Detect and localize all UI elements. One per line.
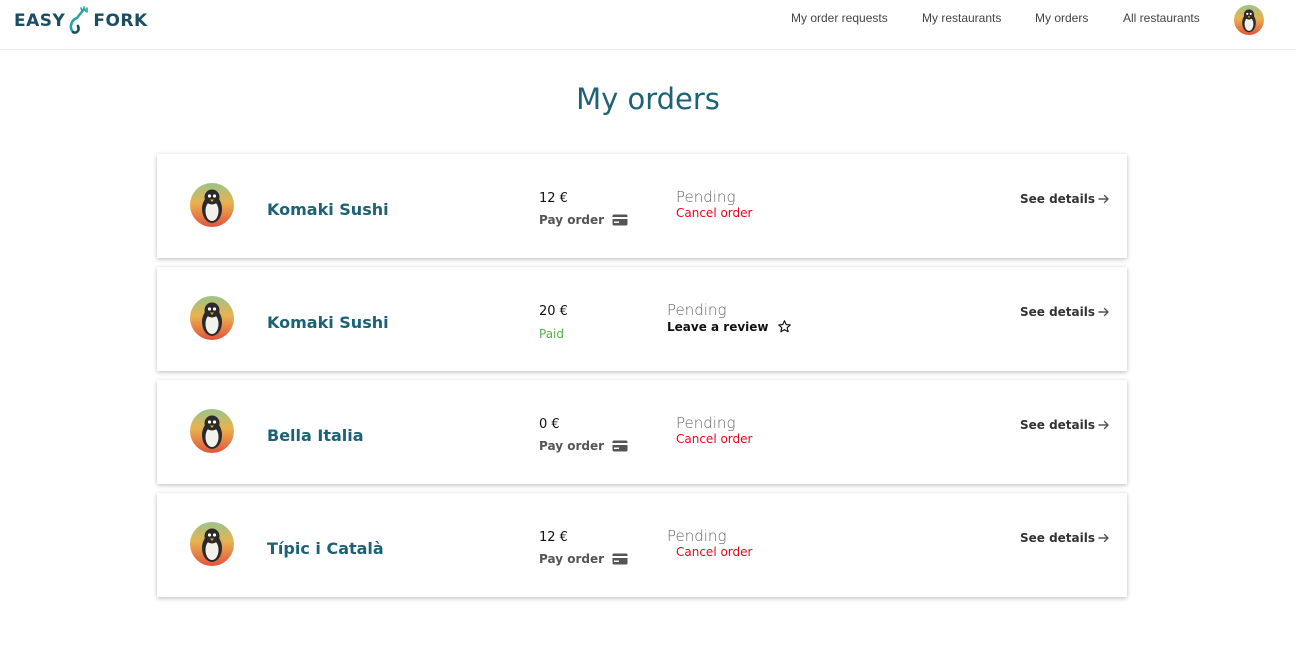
order-status: Pending	[667, 527, 727, 545]
top-navbar: EASY FORK My order requests My restauran…	[0, 0, 1296, 50]
restaurant-name: Bella Italia	[267, 426, 364, 445]
see-details-label: See details	[1019, 418, 1095, 432]
restaurant-name: Típic i Català	[267, 539, 384, 558]
nav-my-orders[interactable]: My orders	[1035, 11, 1088, 25]
pay-order-button[interactable]: Pay order	[539, 552, 628, 566]
restaurant-avatar	[190, 522, 234, 566]
nav-all-restaurants[interactable]: All restaurants	[1123, 11, 1200, 25]
pay-order-label: Pay order	[539, 213, 605, 227]
order-price: 0 €	[539, 417, 560, 432]
see-details-link[interactable]: See details	[1020, 305, 1110, 319]
order-status: Pending	[676, 414, 736, 432]
cancel-order-link[interactable]: Cancel order	[676, 206, 752, 220]
order-status: Pending	[676, 188, 736, 206]
see-details-link[interactable]: See details	[1020, 418, 1110, 432]
order-price: 12 €	[539, 530, 568, 545]
pay-order-label: Pay order	[539, 552, 605, 566]
cancel-order-link[interactable]: Cancel order	[676, 545, 752, 559]
arrow-right-icon	[1098, 420, 1109, 430]
restaurant-name: Komaki Sushi	[267, 313, 389, 332]
see-details-link[interactable]: See details	[1020, 192, 1110, 206]
cancel-order-link[interactable]: Cancel order	[676, 432, 752, 446]
see-details-link[interactable]: See details	[1020, 531, 1110, 545]
pay-order-button[interactable]: Pay order	[539, 439, 628, 453]
nav-my-order-requests[interactable]: My order requests	[791, 11, 888, 25]
order-card: Bella Italia 0 € Pay order Pending Cance…	[157, 380, 1127, 484]
nav-links: My order requests My restaurants My orde…	[0, 11, 1296, 31]
order-card: Típic i Català 12 € Pay order Pending Ca…	[157, 493, 1127, 597]
pay-order-label: Pay order	[539, 439, 605, 453]
restaurant-avatar	[190, 409, 234, 453]
order-price: 12 €	[539, 191, 568, 206]
user-avatar[interactable]	[1234, 5, 1264, 35]
paid-status: Paid	[539, 327, 565, 341]
page-title: My orders	[576, 82, 720, 116]
order-status: Pending	[667, 301, 727, 319]
orders-list: Komaki Sushi 12 € Pay order Pending Canc…	[157, 154, 1127, 606]
arrow-right-icon	[1098, 307, 1109, 317]
see-details-label: See details	[1019, 305, 1095, 319]
credit-card-icon	[612, 553, 628, 565]
leave-review-label: Leave a review	[667, 319, 769, 334]
see-details-label: See details	[1019, 192, 1095, 206]
leave-review-button[interactable]: Leave a review	[667, 319, 792, 334]
order-card: Komaki Sushi 20 € Paid Pending Leave a r…	[157, 267, 1127, 371]
restaurant-avatar	[190, 183, 234, 227]
pay-order-button[interactable]: Pay order	[539, 213, 628, 227]
nav-my-restaurants[interactable]: My restaurants	[922, 11, 1001, 25]
restaurant-name: Komaki Sushi	[267, 200, 389, 219]
star-outline-icon	[777, 320, 791, 333]
see-details-label: See details	[1019, 531, 1095, 545]
credit-card-icon	[612, 214, 628, 226]
restaurant-avatar	[190, 296, 234, 340]
arrow-right-icon	[1098, 533, 1109, 543]
order-price: 20 €	[539, 304, 568, 319]
order-card: Komaki Sushi 12 € Pay order Pending Canc…	[157, 154, 1127, 258]
credit-card-icon	[612, 440, 628, 452]
arrow-right-icon	[1098, 194, 1109, 204]
